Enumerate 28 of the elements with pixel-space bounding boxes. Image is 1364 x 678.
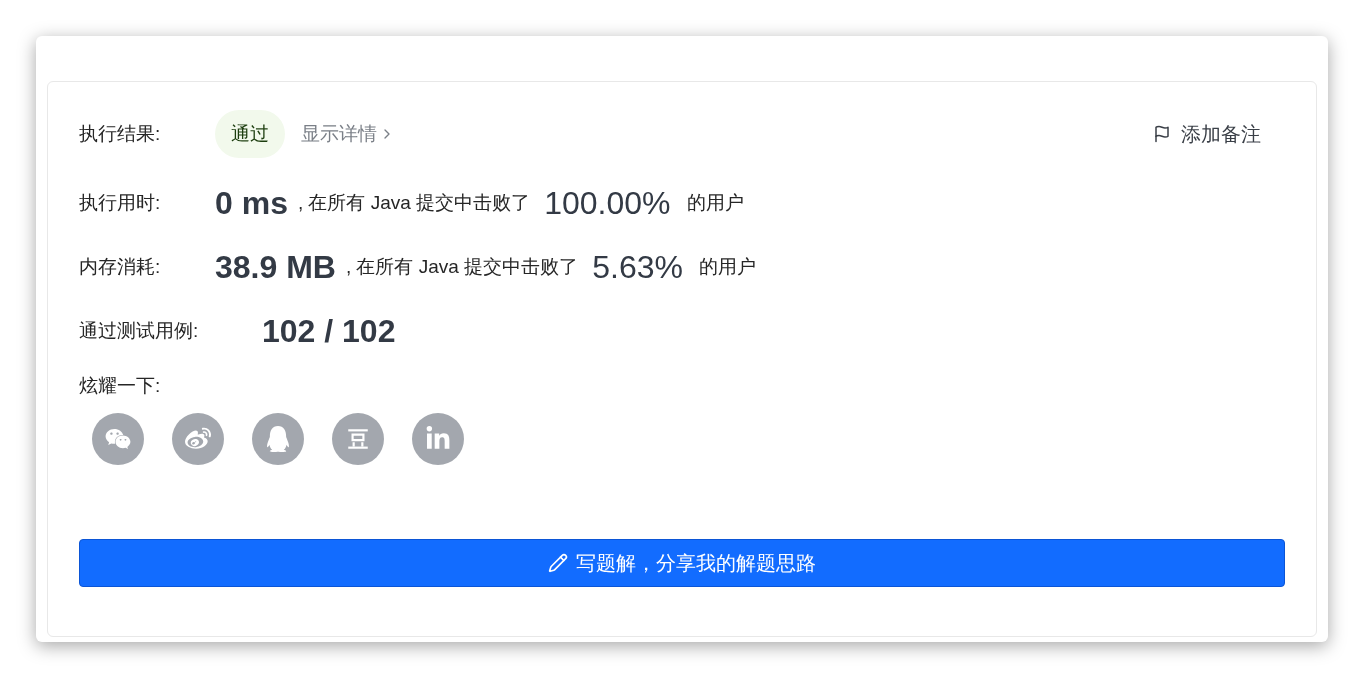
write-solution-button[interactable]: 写题解，分享我的解题思路 — [79, 538, 1285, 587]
stat-description: , 在所有 Java 提交中击败了 — [297, 190, 531, 215]
stat-label: 内存消耗: — [79, 254, 162, 279]
flag-icon — [1153, 124, 1171, 144]
show-details-link[interactable]: 显示详情 — [301, 119, 395, 149]
status-badge: 通过 — [215, 109, 285, 159]
stat-suffix: 的用户 — [686, 190, 744, 215]
stat-value: 0 ms — [215, 184, 288, 223]
share-label: 炫耀一下: — [79, 374, 162, 398]
stat-percent: 5.63% — [592, 248, 683, 287]
pencil-icon — [548, 552, 568, 573]
share-button[interactable] — [412, 412, 464, 465]
qq-penguin-icon — [265, 425, 291, 452]
stat-label: 执行用时: — [79, 190, 162, 215]
stat-percent: 100.00% — [544, 184, 671, 223]
result-label: 执行结果: — [79, 121, 162, 146]
stat-value: 38.9 MB — [215, 248, 336, 287]
share-button[interactable] — [252, 412, 304, 465]
share-button[interactable] — [92, 412, 144, 465]
share-button[interactable] — [332, 412, 384, 465]
weibo-icon — [185, 425, 211, 452]
tests-label: 通过测试用例: — [79, 318, 200, 343]
add-note-button[interactable]: 添加备注 — [1153, 119, 1261, 149]
stat-description: , 在所有 Java 提交中击败了 — [345, 254, 579, 279]
linkedin-icon — [425, 425, 451, 452]
stat-suffix: 的用户 — [698, 254, 756, 279]
tests-value: 102 / 102 — [262, 312, 396, 351]
share-button[interactable] — [172, 412, 224, 465]
